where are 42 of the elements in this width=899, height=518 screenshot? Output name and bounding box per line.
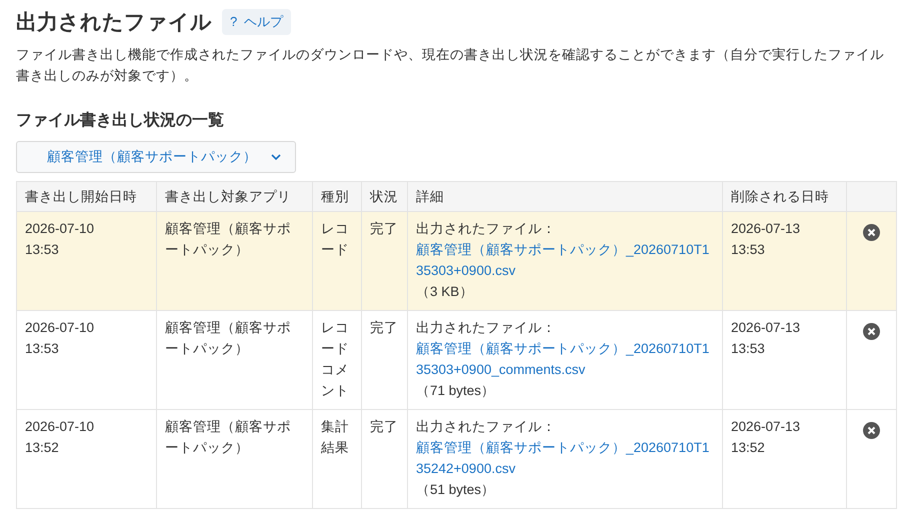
table-row[interactable]: 2026-07-10 13:53 顧客管理（顧客サポートパック） レコード 完了 出力されたファイル： 顧客管理（顧客サポートパック）_20260710T135303+0900.csv （3 KB） 2026-07-13 13:53	[16, 212, 896, 310]
table-cell: レコードコメント	[312, 310, 362, 410]
detail-label: 出力されたファイル：	[416, 319, 557, 337]
table-cell: 2026-07-10 13:53	[16, 212, 156, 310]
table-cell: 顧客管理（顧客サポートパック）	[156, 410, 312, 508]
delete-icon[interactable]	[863, 323, 880, 340]
chevron-down-icon	[271, 154, 281, 160]
table-cell: 完了	[362, 310, 408, 410]
table-cell: 2026-07-13 13:53	[722, 212, 846, 310]
table-cell: 顧客管理（顧客サポートパック）	[156, 212, 312, 310]
column-header: 書き出し開始日時	[16, 182, 156, 212]
help-button[interactable]: ? ヘルプ	[222, 9, 291, 35]
table-cell: 2026-07-13 13:53	[722, 310, 846, 410]
table-cell: 顧客管理（顧客サポートパック）	[156, 310, 312, 410]
description: ファイル書き出し機能で作成されたファイルのダウンロードや、現在の書き出し状況を確認することができます（自分で実行したファイル書き出しのみが対象です）。	[16, 46, 885, 85]
app-dropdown[interactable]: 顧客管理（顧客サポートパック）	[16, 141, 296, 173]
table-cell: 2026-07-10 13:52	[16, 410, 156, 508]
table-cell: 完了	[362, 410, 408, 508]
table-cell: レコード	[312, 212, 362, 310]
file-link[interactable]: 顧客管理（顧客サポートパック）_20260710T135303+0900.csv	[416, 239, 714, 281]
file-link[interactable]: 顧客管理（顧客サポートパック）_20260710T135242+0900.csv	[416, 437, 714, 479]
table-cell: 2026-07-13 13:52	[722, 410, 846, 508]
column-header: 削除される日時	[722, 182, 846, 212]
detail-label: 出力されたファイル：	[416, 220, 557, 238]
column-header: 種別	[312, 182, 362, 212]
column-header: 詳細	[408, 182, 722, 212]
file-link[interactable]: 顧客管理（顧客サポートパック）_20260710T135303+0900_comments.csv	[416, 338, 714, 380]
table-cell: 2026-07-10 13:53	[16, 310, 156, 410]
column-header: 書き出し対象アプリ	[156, 182, 312, 212]
table-cell: 完了	[362, 212, 408, 310]
page-title: 出力されたファイル	[16, 10, 212, 36]
file-size: （3 KB）	[416, 283, 474, 301]
file-size: （51 bytes）	[416, 481, 496, 499]
table-cell: 集計結果	[312, 410, 362, 508]
column-header: 状況	[362, 182, 408, 212]
section-title: ファイル書き出し状況の一覧	[16, 110, 225, 131]
detail-label: 出力されたファイル：	[416, 418, 557, 436]
table-row[interactable]: 2026-07-10 13:53 顧客管理（顧客サポートパック） レコードコメント 完了 出力されたファイル： 顧客管理（顧客サポートパック）_20260710T135303+0900_comments.csv （71 bytes） 2026-07-13 13:53	[16, 310, 896, 410]
delete-icon[interactable]	[863, 422, 880, 439]
file-size: （71 bytes）	[416, 382, 496, 400]
table-row[interactable]: 2026-07-10 13:52 顧客管理（顧客サポートパック） 集計結果 完了 出力されたファイル： 顧客管理（顧客サポートパック）_20260710T135242+0900.csv （51 bytes） 2026-07-13 13:52	[16, 410, 896, 508]
delete-icon[interactable]	[863, 224, 880, 241]
